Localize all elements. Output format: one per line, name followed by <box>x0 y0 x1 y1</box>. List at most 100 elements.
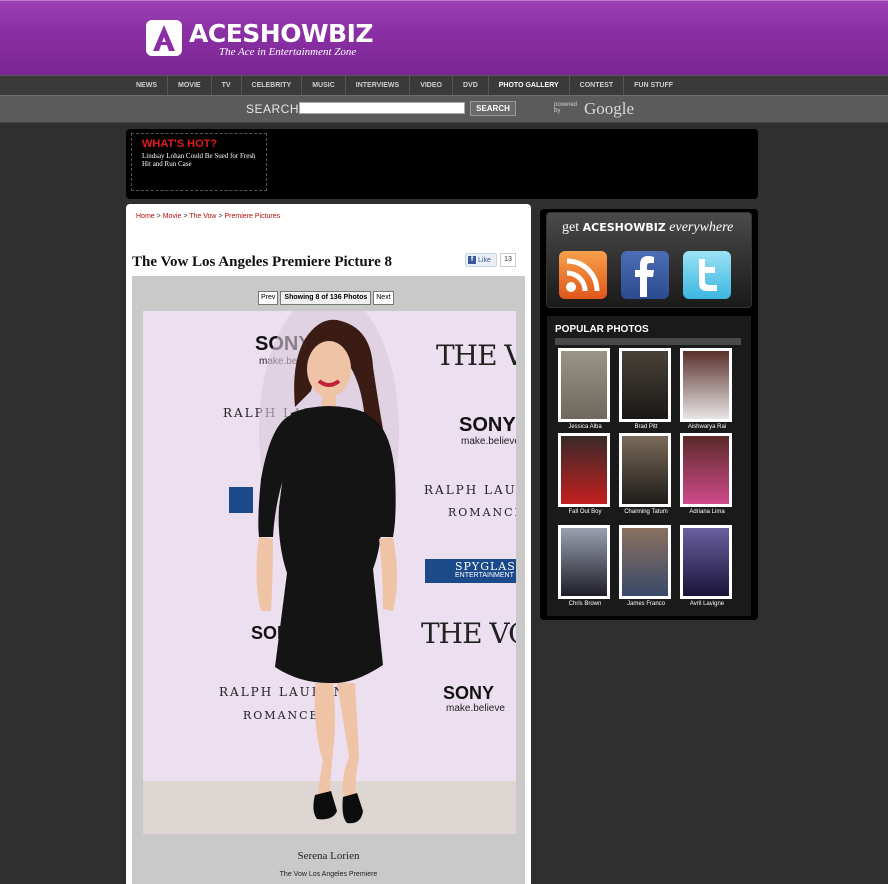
popular-photos-title: POPULAR PHOTOS <box>555 324 649 335</box>
backdrop-make-believe: make.believe <box>461 436 516 447</box>
search-label: SEARCH <box>246 102 300 116</box>
breadcrumb-movie[interactable]: Movie <box>163 213 182 220</box>
prev-button[interactable]: Prev <box>258 291 279 305</box>
logo-text: ACESHOWBIZ <box>189 19 374 48</box>
spyglass-banner: SPYGLASS ENTERTAINMENT <box>425 559 516 583</box>
popular-photo-item[interactable]: Aishwarya Rai <box>680 348 734 431</box>
breadcrumb-sep: > <box>218 213 223 220</box>
like-label: Like <box>478 256 491 264</box>
get-suffix: everywhere <box>669 220 734 235</box>
whats-hot-title: WHAT'S HOT? <box>142 138 218 150</box>
photo-pager: Prev Showing 8 of 136 Photos Next <box>258 291 394 305</box>
powered-by-google: powered by Google <box>554 99 634 119</box>
whats-hot-panel: WHAT'S HOT? Lindsay Lohan Could Be Sued … <box>126 129 758 199</box>
nav-item-contest[interactable]: CONTEST <box>568 76 623 96</box>
thumb-label: Adriana Lima <box>689 509 725 515</box>
breadcrumb: Home > Movie > The Vow > Premiere Pictur… <box>136 213 280 220</box>
thumb-frame <box>680 525 732 599</box>
google-logo: Google <box>584 99 635 118</box>
facebook-small-icon: f <box>468 256 476 264</box>
nav-item-photo-gallery[interactable]: PHOTO GALLERY <box>487 76 569 96</box>
nav-item-movie[interactable]: MOVIE <box>167 76 211 96</box>
popular-photo-item[interactable]: Adriana Lima <box>680 433 734 516</box>
nav-item-music[interactable]: MUSIC <box>301 76 345 96</box>
nav-item-dvd[interactable]: DVD <box>451 76 488 96</box>
nav-items: NEWS MOVIE TV CELEBRITY MUSIC INTERVIEWS… <box>126 76 683 96</box>
backdrop-entertainment: ENTERTAINMENT <box>455 572 514 579</box>
twitter-icon[interactable] <box>683 251 731 299</box>
powered-by-text: powered by <box>554 102 578 114</box>
breadcrumb-sep: > <box>183 213 188 220</box>
thumb-frame <box>619 433 671 507</box>
thumb-label: Brad Pitt <box>634 424 658 430</box>
sidebar: get ACESHOWBIZ everywhere POPULAR PHOTOS… <box>540 209 758 620</box>
thumb-image <box>561 436 607 504</box>
thumb-frame <box>680 433 732 507</box>
popular-photo-item[interactable]: James Franco <box>619 525 673 608</box>
nav-item-interviews[interactable]: INTERVIEWS <box>344 76 409 96</box>
page-title: The Vow Los Angeles Premiere Picture 8 <box>132 254 392 270</box>
photo-caption-name: Serena Lorien <box>297 850 360 862</box>
breadcrumb-home[interactable]: Home <box>136 213 155 220</box>
popular-photo-item[interactable]: Jessica Alba <box>558 348 612 431</box>
nav-item-fun-stuff[interactable]: FUN STUFF <box>623 76 683 96</box>
breadcrumb-film[interactable]: The Vow <box>189 213 216 220</box>
person-illustration <box>256 311 399 824</box>
search-button[interactable]: SEARCH <box>470 101 516 116</box>
next-button[interactable]: Next <box>373 291 394 305</box>
thumb-frame <box>619 348 671 422</box>
site-header: ACESHOWBIZ The Ace in Entertainment Zone <box>0 0 888 75</box>
thumb-label: Channing Tatum <box>624 509 668 515</box>
thumb-label: Chris Brown <box>568 601 602 607</box>
logo-mark-icon <box>146 20 182 56</box>
thumb-image <box>622 436 668 504</box>
photo-caption-event: The Vow Los Angeles Premiere <box>279 871 378 878</box>
thumb-image <box>622 528 668 596</box>
backdrop-make-believe: make.believe <box>446 703 505 714</box>
get-prefix: get <box>562 220 580 235</box>
nav-item-tv[interactable]: TV <box>210 76 241 96</box>
thumb-frame <box>558 348 610 422</box>
thumb-label: Jessica Alba <box>568 424 602 430</box>
breadcrumb-sep: > <box>156 213 161 220</box>
nav-item-news[interactable]: NEWS <box>126 76 167 96</box>
thumb-image <box>622 351 668 419</box>
nav-item-video[interactable]: VIDEO <box>409 76 452 96</box>
main-content: Home > Movie > The Vow > Premiere Pictur… <box>126 204 531 884</box>
breadcrumb-section[interactable]: Premiere Pictures <box>225 213 281 220</box>
thumb-image <box>683 436 729 504</box>
thumb-image <box>683 351 729 419</box>
main-nav: NEWS MOVIE TV CELEBRITY MUSIC INTERVIEWS… <box>0 75 888 96</box>
search-input[interactable] <box>299 102 465 114</box>
thumb-image <box>561 351 607 419</box>
backdrop-the-vow: THE VOW <box>421 617 516 650</box>
gallery-photo[interactable]: SONY make.believe THE VOW RALPH LAUREN S… <box>143 311 516 834</box>
popular-photo-item[interactable]: Brad Pitt <box>619 348 673 431</box>
whats-hot-headline[interactable]: Lindsay Lohan Could Be Sued for Fresh Hi… <box>142 152 262 168</box>
popular-photo-item[interactable]: Chris Brown <box>558 525 612 608</box>
get-aceshowbiz-box: get ACESHOWBIZ everywhere <box>546 212 752 308</box>
search-bar: SEARCH SEARCH powered by Google <box>0 95 888 123</box>
photo-gallery: Prev Showing 8 of 136 Photos Next SONY m… <box>132 276 525 884</box>
facebook-like-button[interactable]: f Like <box>465 253 497 267</box>
thumb-label: Avril Lavigne <box>689 601 725 607</box>
popular-photo-item[interactable]: Avril Lavigne <box>680 525 734 608</box>
like-count: 13 <box>500 253 516 267</box>
logo-tagline: The Ace in Entertainment Zone <box>219 46 357 58</box>
backdrop-sony: SONY <box>443 683 495 703</box>
facebook-icon[interactable] <box>621 251 669 299</box>
thumb-image <box>683 528 729 596</box>
thumb-frame <box>680 348 732 422</box>
rss-icon[interactable] <box>559 251 607 299</box>
thumb-frame <box>619 525 671 599</box>
thumb-label: Fall Out Boy <box>568 509 602 515</box>
popular-photos: POPULAR PHOTOS Jessica Alba Brad Pitt Ai… <box>547 316 751 616</box>
thumb-frame <box>558 433 610 507</box>
whats-hot-box: WHAT'S HOT? Lindsay Lohan Could Be Sued … <box>131 133 267 191</box>
get-everywhere-banner: get ACESHOWBIZ everywhere <box>562 220 733 236</box>
popular-photo-item[interactable]: Channing Tatum <box>619 433 673 516</box>
backdrop-romance: ROMANCE <box>448 506 516 519</box>
popular-photo-item[interactable]: Fall Out Boy <box>558 433 612 516</box>
nav-item-celebrity[interactable]: CELEBRITY <box>240 76 302 96</box>
backdrop-the-vow: THE VOW <box>436 339 516 372</box>
